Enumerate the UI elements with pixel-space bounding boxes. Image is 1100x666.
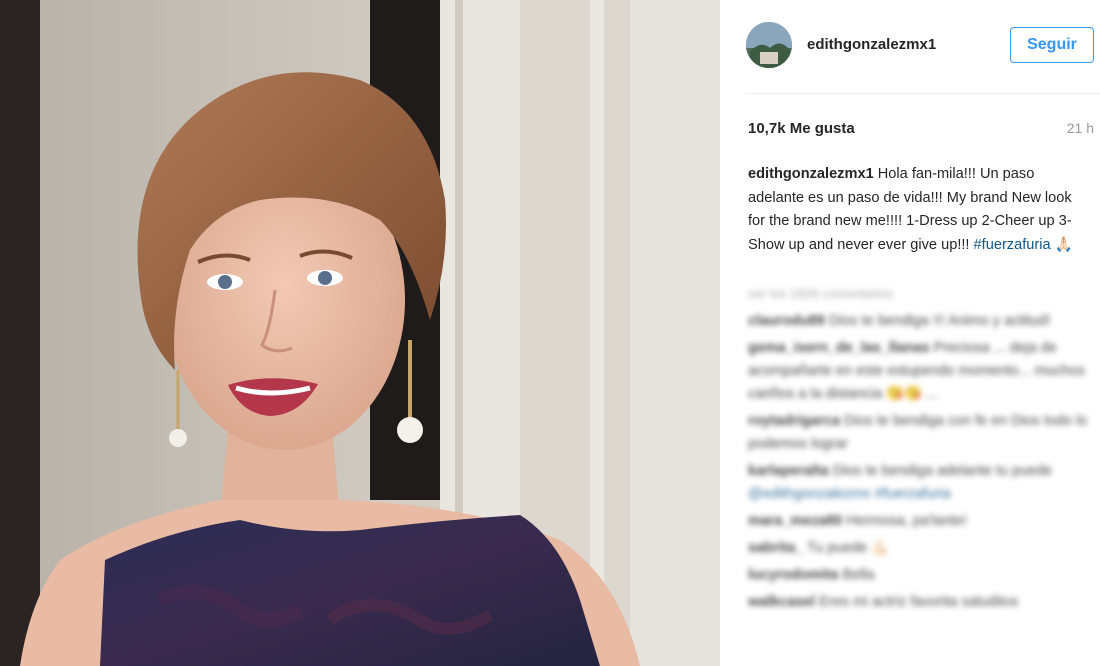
comment-text: Eres mi actriz favorita saluditos (819, 594, 1019, 610)
post-caption: edithgonzalezmx1 Hola fan-mila!!! Un pas… (748, 163, 1078, 257)
comment-item: karlaperalta Dios te bendiga adelante tu… (748, 460, 1088, 506)
avatar[interactable] (746, 22, 792, 68)
comment-text: Bella (842, 567, 875, 583)
comment-item: gema_isern_de_las_llanas Preciosa ... de… (748, 337, 1088, 406)
comments-list: ver los 1826 comentarios claurodu89 Dios… (748, 284, 1088, 618)
comment-text: Dios te bendiga !!! Animo y actitud! (828, 313, 1051, 329)
comment-username[interactable]: karlaperalta (748, 463, 829, 479)
caption-emoji: 🙏🏻 (1054, 236, 1073, 253)
caption-username[interactable]: edithgonzalezmx1 (748, 166, 874, 182)
comment-item: mara_meza80 Hermosa, pa'lante! (748, 510, 1088, 533)
avatar-image (746, 22, 792, 68)
comment-username[interactable]: gema_isern_de_las_llanas (748, 340, 930, 356)
post-username[interactable]: edithgonzalezmx1 (807, 36, 936, 53)
header-divider (746, 93, 1100, 94)
comment-username[interactable]: roytadrigarca (748, 413, 840, 429)
comment-username[interactable]: lucyrodomita (748, 567, 838, 583)
comment-text: Hermosa, pa'lante! (846, 513, 967, 529)
comment-username[interactable]: mara_meza80 (748, 513, 842, 529)
comment-username[interactable]: claurodu89 (748, 313, 825, 329)
follow-button[interactable]: Seguir (1010, 27, 1094, 63)
load-more-comments-link[interactable]: ver los 1826 comentarios (748, 284, 1088, 310)
comment-username[interactable]: walkcasel (748, 594, 815, 610)
photo-illustration (0, 0, 720, 666)
post-side-panel: edithgonzalezmx1 Seguir 10,7k Me gusta 2… (720, 0, 1100, 666)
comment-item: walkcasel Eres mi actriz favorita saludi… (748, 591, 1088, 614)
comment-item: roytadrigarca Dios te bendiga con fe en … (748, 410, 1088, 456)
caption-hashtag[interactable]: #fuerzafuria (974, 237, 1051, 253)
post-photo[interactable] (0, 0, 720, 666)
post-timestamp[interactable]: 21 h (1067, 120, 1094, 136)
likes-count[interactable]: 10,7k Me gusta (748, 120, 855, 137)
comment-username[interactable]: sabrita_ (748, 540, 803, 556)
comment-text: Dios te bendiga adelante tu puede (832, 463, 1053, 479)
post-header: edithgonzalezmx1 Seguir (720, 0, 1100, 93)
comment-item: sabrita_ Tu puede 💪🏻 (748, 537, 1088, 560)
comment-item: claurodu89 Dios te bendiga !!! Animo y a… (748, 310, 1088, 333)
comment-text: Tu puede 💪🏻 (806, 540, 890, 556)
comment-mention[interactable]: @edithgonzalezmx #fuerzafuria (748, 486, 951, 502)
comment-item: lucyrodomita Bella (748, 564, 1088, 587)
